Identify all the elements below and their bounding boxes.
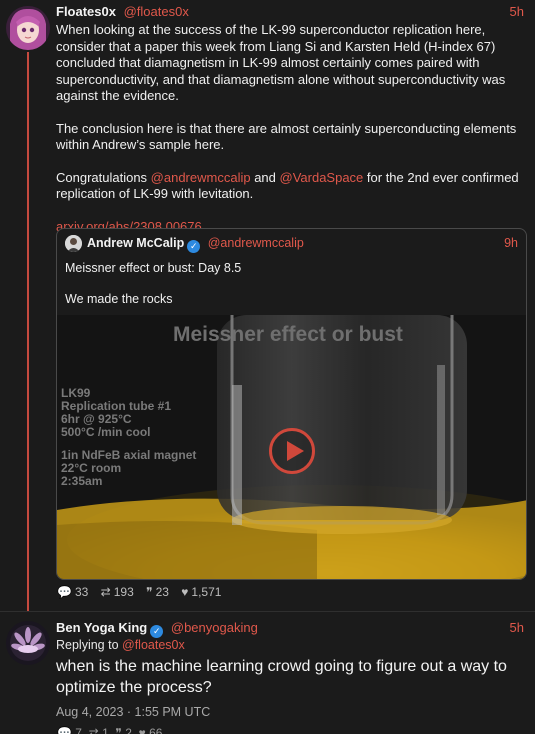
post-stats: 💬 33 ⇄ 193 ❞ 23 ♥ 1,571: [57, 585, 230, 599]
heart-icon: ♥: [181, 585, 189, 599]
mention-link[interactable]: @VardaSpace: [280, 170, 364, 185]
reply-icon[interactable]: 💬: [57, 726, 72, 734]
reply-timestamp[interactable]: Aug 4, 2023 · 1:55 PM UTC: [56, 705, 210, 719]
avatar[interactable]: [6, 621, 50, 665]
video-title: Meissner effect or bust: [173, 323, 403, 346]
reply-header: Ben Yoga King ✓ @benyogaking: [56, 620, 258, 638]
quote-count-value: 2: [125, 726, 132, 734]
divider: [0, 611, 535, 612]
verified-badge-icon: ✓: [187, 240, 201, 253]
replying-label: Replying to: [56, 638, 123, 652]
author-handle[interactable]: @floates0x: [124, 4, 189, 19]
replying-handle[interactable]: @floates0x: [122, 638, 185, 652]
like-count-value: 1,571: [191, 585, 222, 599]
avatar[interactable]: [6, 6, 50, 50]
quote-line: We made the rocks: [65, 292, 173, 306]
author-handle[interactable]: @benyogaking: [171, 620, 258, 635]
reply-time[interactable]: 5h: [510, 620, 524, 635]
quote-icon: ❞: [146, 585, 153, 599]
reply-stats: 💬 7 ⇄ 1 ❞ 2 ♥ 66: [57, 726, 162, 734]
post-time[interactable]: 5h: [510, 4, 524, 19]
quote-time[interactable]: 9h: [504, 236, 518, 250]
tweet-main: Floates0x @floates0x 5h When looking at …: [0, 0, 535, 612]
post-paragraph: Congratulations @andrewmccalip and @Vard…: [56, 170, 526, 203]
quote-count-value: 23: [155, 585, 169, 599]
author-name[interactable]: Ben Yoga King: [56, 620, 147, 635]
video-note-line: 2:35am: [61, 474, 103, 488]
quote-author-name[interactable]: Andrew McCalip: [87, 236, 184, 250]
post-paragraph: When looking at the success of the LK-99…: [56, 22, 506, 103]
quote-header: Andrew McCalip ✓ @andrewmccalip: [87, 236, 304, 253]
video-notes: LK99 Replication tube #1 6hr @ 925°C 500…: [61, 387, 196, 488]
quote-icon[interactable]: ❞: [115, 726, 121, 734]
repost-count-value: 1: [102, 726, 109, 734]
quoted-tweet[interactable]: Andrew McCalip ✓ @andrewmccalip 9h Meissn…: [56, 228, 527, 580]
reply-icon: 💬: [57, 585, 72, 599]
text-segment: and: [250, 169, 280, 185]
repost-count[interactable]: ⇄ 193: [101, 585, 134, 599]
replying-to: Replying to @floates0x: [56, 638, 185, 652]
video-note-line: 500°C /min cool: [61, 425, 151, 439]
like-count-value: 66: [149, 726, 163, 734]
reply-count-value: 33: [74, 585, 89, 599]
quote-text: Meissner effect or bust: Day 8.5 We made…: [65, 260, 241, 322]
text-segment: Congratulations: [56, 169, 151, 185]
post-header: Floates0x @floates0x: [56, 4, 189, 19]
quote-count[interactable]: ❞ 23: [146, 585, 169, 599]
post-paragraph: The conclusion here is that there are al…: [56, 120, 517, 153]
quote-line: Meissner effect or bust: Day 8.5: [65, 261, 242, 275]
verified-badge-icon: ✓: [150, 625, 164, 638]
post-body: When looking at the success of the LK-99…: [56, 22, 526, 251]
avatar[interactable]: [65, 235, 82, 252]
repost-icon[interactable]: ⇄: [89, 726, 99, 734]
repost-count-value: 193: [113, 585, 134, 599]
mention-link[interactable]: @andrewmccalip: [151, 170, 251, 185]
author-name[interactable]: Floates0x: [56, 4, 116, 19]
play-button-icon[interactable]: [269, 428, 315, 474]
repost-icon: ⇄: [100, 585, 111, 599]
quote-author-handle[interactable]: @andrewmccalip: [208, 236, 304, 250]
reply-count[interactable]: 💬 33: [57, 585, 88, 599]
heart-icon[interactable]: ♥: [139, 726, 146, 734]
video-player[interactable]: Meissner effect or bust LK99 Replication…: [57, 315, 526, 579]
thread-line: [27, 52, 29, 612]
reply-count-value: 7: [75, 726, 82, 734]
like-count[interactable]: ♥ 1,571: [181, 585, 221, 599]
reply-body: when is the machine learning crowd going…: [56, 658, 507, 696]
